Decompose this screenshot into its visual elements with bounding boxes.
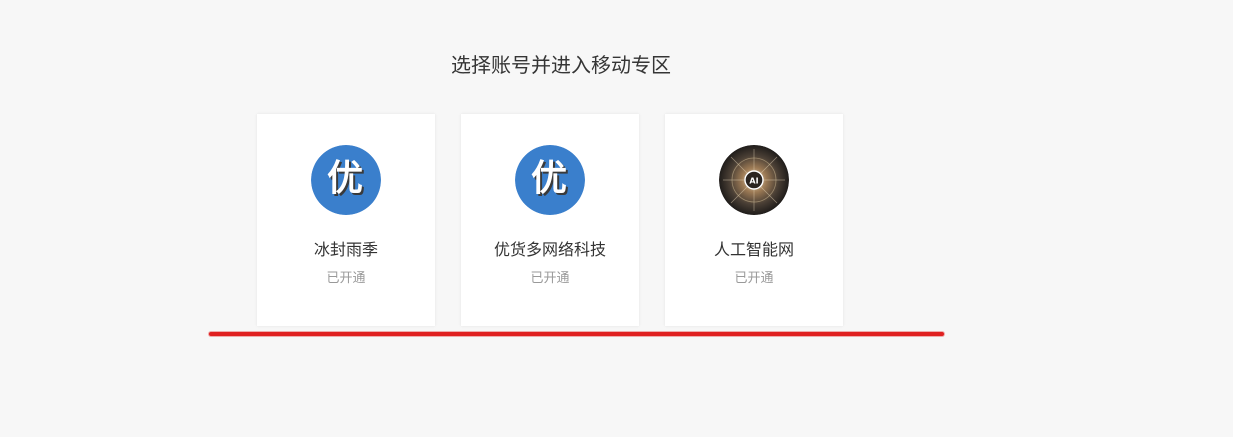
avatar: AI	[719, 145, 789, 215]
avatar-glyph: 优	[531, 158, 567, 199]
account-name: 优货多网络科技	[493, 240, 606, 259]
page-title: 选择账号并进入移动专区	[451, 53, 671, 77]
you-logo-icon: 优 优	[311, 145, 381, 215]
avatar-glyph: 优	[327, 158, 363, 199]
avatar-glyph: AI	[749, 177, 758, 186]
account-status: 已开通	[734, 271, 774, 286]
account-card-1[interactable]: 优 优 冰封雨季 已开通	[257, 114, 435, 326]
account-status: 已开通	[530, 271, 570, 286]
account-name: 冰封雨季	[313, 240, 378, 259]
avatar: 优 优	[311, 145, 381, 215]
account-card-3[interactable]: AI 人工智能网 已开通	[665, 114, 843, 326]
you-logo-icon: 优 优	[515, 145, 585, 215]
account-card-2[interactable]: 优 优 优货多网络科技 已开通	[461, 114, 639, 326]
account-status: 已开通	[326, 271, 366, 286]
account-name: 人工智能网	[713, 240, 794, 259]
avatar: 优 优	[515, 145, 585, 215]
ai-network-icon: AI	[719, 145, 789, 215]
red-underline-annotation	[209, 332, 944, 336]
